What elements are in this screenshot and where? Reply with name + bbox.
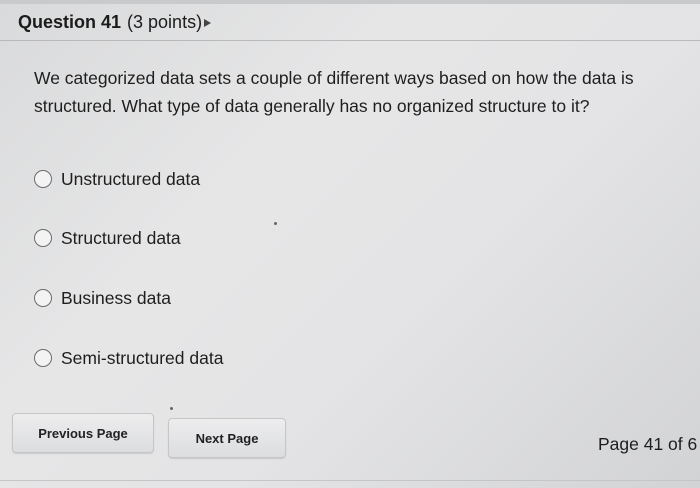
option-semi-structured-data[interactable]: Semi-structured data	[34, 343, 223, 373]
option-label: Business data	[61, 287, 171, 308]
radio-button[interactable]	[34, 349, 52, 367]
option-unstructured-data[interactable]: Unstructured data	[34, 164, 200, 194]
radio-button[interactable]	[34, 170, 52, 188]
next-page-button[interactable]: Next Page	[168, 418, 286, 458]
top-rule	[0, 0, 700, 4]
option-label: Semi-structured data	[61, 347, 224, 368]
option-structured-data[interactable]: Structured data	[34, 223, 181, 253]
header-divider	[0, 40, 700, 41]
previous-page-button[interactable]: Previous Page	[12, 413, 154, 453]
radio-button[interactable]	[34, 289, 52, 307]
screen-speck	[170, 407, 173, 410]
screen-speck	[274, 222, 277, 225]
option-business-data[interactable]: Business data	[34, 283, 171, 313]
radio-button[interactable]	[34, 229, 52, 247]
option-label: Unstructured data	[61, 168, 201, 189]
flag-icon[interactable]	[204, 18, 212, 27]
question-number: Question 41	[18, 12, 122, 32]
option-label: Structured data	[61, 227, 181, 248]
question-text: We categorized data sets a couple of dif…	[34, 68, 634, 116]
bottom-rule	[0, 480, 700, 481]
question-points: (3 points)	[127, 12, 203, 32]
question-header: Question 41 (3 points)	[18, 12, 212, 33]
page-indicator: Page 41 of 6	[598, 434, 698, 454]
